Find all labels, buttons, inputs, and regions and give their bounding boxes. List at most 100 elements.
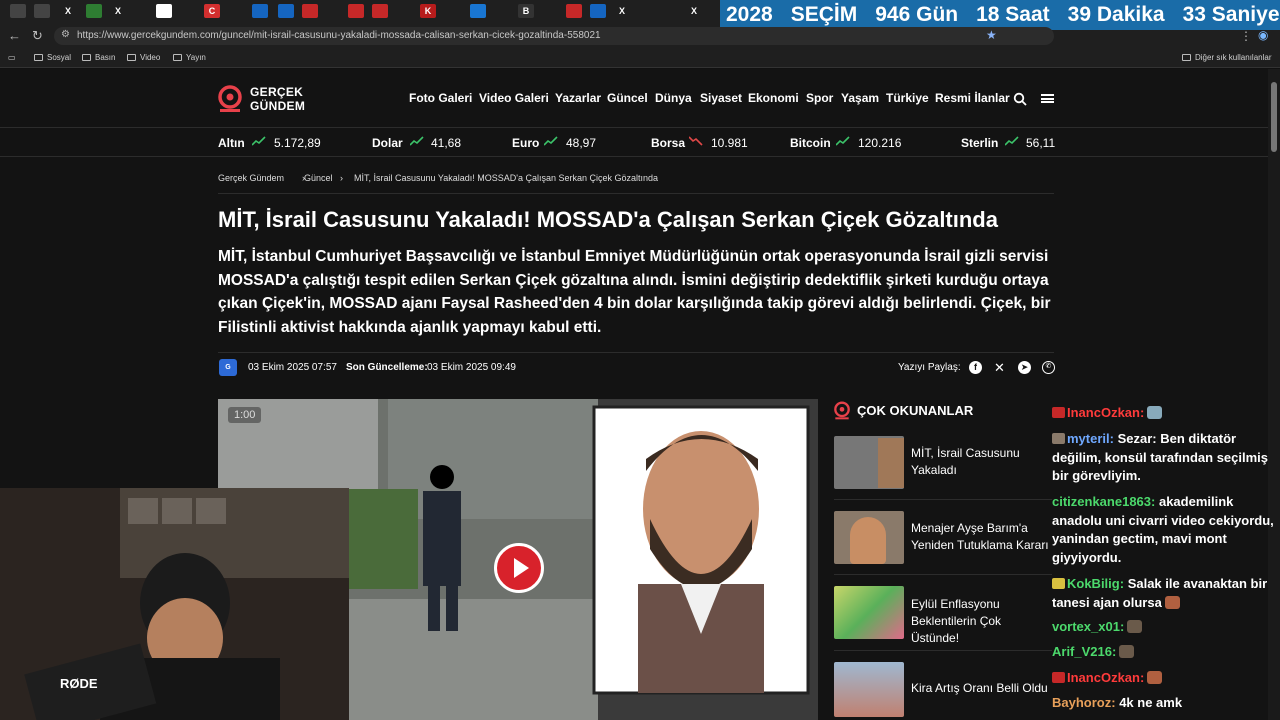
site-logo-icon[interactable] [218,83,242,113]
most-read-title: ÇOK OKUNANLAR [857,403,974,418]
most-read-thumbnail[interactable] [834,511,904,564]
tab-favicon[interactable] [34,4,50,18]
countdown-days: 946 Gün [875,3,959,26]
emote-icon [1147,671,1163,684]
play-button[interactable] [494,543,544,593]
tab-favicon[interactable] [566,4,582,18]
tab-favicon[interactable] [372,4,388,18]
whatsapp-icon[interactable]: ✆ [1042,361,1055,374]
most-read-thumbnail[interactable] [834,436,904,489]
bookmark-folder[interactable]: Video [127,53,160,62]
logo-line: GÜNDEM [250,99,306,113]
bookmark-folder[interactable]: Basın [82,53,115,62]
user-badge-icon [1052,578,1065,589]
tab-favicon[interactable] [348,4,364,18]
search-icon[interactable] [1013,92,1027,106]
countdown-label: SEÇİM [790,3,858,26]
nav-guncel[interactable]: Güncel [607,91,648,105]
tab-active-favicon[interactable] [156,4,172,18]
url-text[interactable]: https://www.gercekgundem.com/guncel/mit-… [77,30,601,41]
chat-username: Arif_V216: [1052,644,1117,659]
tab-favicon[interactable] [10,4,26,18]
nav-video-galeri[interactable]: Video Galeri [479,91,549,105]
reading-list-icon[interactable]: ▭ [8,53,16,62]
telegram-icon[interactable]: ➤ [1018,361,1031,374]
nav-turkiye[interactable]: Türkiye [886,91,929,105]
scrollbar-thumb[interactable] [1271,82,1277,152]
tab-favicon[interactable] [470,4,486,18]
trend-up-icon [252,136,266,146]
ticker-name: Altın [218,136,245,150]
menu-hamburger-icon[interactable] [1041,94,1054,103]
thumb-face [850,517,886,564]
nav-siyaset[interactable]: Siyaset [700,91,742,105]
nav-spor[interactable]: Spor [806,91,833,105]
ticker-value: 120.216 [858,136,902,150]
tab-x-favicon[interactable]: X [614,4,630,18]
tab-favicon[interactable]: K [420,4,436,18]
chat-text: 4k ne amk [1119,695,1183,710]
facebook-icon[interactable]: f [969,361,982,374]
most-read-thumbnail[interactable] [834,662,904,717]
bookmark-folder[interactable]: Yayın [173,53,206,62]
nav-ekonomi[interactable]: Ekonomi [748,91,799,105]
google-news-icon[interactable]: G [219,359,237,376]
site-info-icon[interactable]: ⚙ [61,29,70,40]
tab-favicon[interactable] [252,4,268,18]
nav-yazarlar[interactable]: Yazarlar [555,91,601,105]
star-icon[interactable]: ★ [986,28,997,42]
bookmark-label: Sosyal [47,53,72,62]
tab-favicon[interactable]: B [518,4,534,18]
tab-x-favicon[interactable]: X [686,4,702,18]
nav-dunya[interactable]: Dünya [655,91,692,105]
tab-favicon[interactable] [278,4,294,18]
most-read-item[interactable]: Kira Artış Oranı Belli Oldu [911,680,1051,697]
most-read-thumbnail[interactable] [834,586,904,639]
tab-x-favicon[interactable]: X [60,4,76,18]
chevron-right-icon: › [340,173,343,183]
bookmark-folder[interactable]: Sosyal [34,53,71,62]
tab-x-favicon[interactable]: X [110,4,126,18]
tab-favicon[interactable]: C [204,4,220,18]
updated-date: 03 Ekim 2025 09:49 [427,362,516,373]
chat-username: InancOzkan: [1067,405,1145,420]
breadcrumb-category[interactable]: Güncel [304,173,333,183]
tab-favicon[interactable] [86,4,102,18]
most-read-item[interactable]: Eylül Enflasyonu Beklentilerin Çok Üstün… [911,596,1051,647]
countdown-hours: 18 Saat [976,3,1050,26]
mic-brand-logo: RØDE [60,676,98,691]
site-logo-text[interactable]: GERÇEK GÜNDEM [250,85,305,113]
chat-message: KokBilig: Salak ile avanaktan bir tanesi… [1052,575,1278,612]
ticker-name: Borsa [651,136,686,150]
nav-foto-galeri[interactable]: Foto Galeri [409,91,472,105]
trend-down-icon [689,136,703,146]
countdown-year: 2028 [726,3,773,26]
trend-up-icon [1005,136,1019,146]
most-read-item[interactable]: Menajer Ayşe Barım'a Yeniden Tutuklama K… [911,520,1051,554]
bookmark-label: Video [140,53,161,62]
article-title: MİT, İsrail Casusunu Yakaladı! MOSSAD'a … [218,207,998,232]
most-read-item[interactable]: MİT, İsrail Casusunu Yakaladı [911,445,1051,479]
tab-favicon[interactable] [590,4,606,18]
bookmark-label: Yayın [186,53,206,62]
twitter-icon[interactable]: ✕ [993,361,1006,374]
reload-icon[interactable]: ↻ [32,28,43,44]
election-countdown-banner: 2028 SEÇİM 946 Gün 18 Saat 39 Dakika 33 … [720,0,1280,30]
breadcrumb-current: MİT, İsrail Casusunu Yakaladı! MOSSAD'a … [354,173,659,183]
copilot-icon[interactable]: ◉ [1258,28,1268,42]
other-bookmarks[interactable]: Diğer sık kullanılanlar [1182,53,1271,62]
site-logo-icon [834,401,850,420]
chat-username: KokBilig: [1067,576,1125,591]
emote-icon [1147,406,1163,419]
menu-dots-icon[interactable]: ⋮ [1240,29,1252,43]
nav-yasam[interactable]: Yaşam [841,91,879,105]
ticker-name: Euro [512,136,540,150]
chat-message: citizenkane1863: akademilink anadolu uni… [1052,493,1278,567]
nav-resmi-ilanlar[interactable]: Resmi İlanlar [935,91,1010,105]
tab-favicon[interactable] [302,4,318,18]
countdown-minutes: 39 Dakika [1067,3,1165,26]
breadcrumb-home[interactable]: Gerçek Gündem [218,173,284,183]
folder-icon [82,54,91,61]
back-arrow-icon[interactable]: ← [8,28,21,43]
bookmark-label: Diğer sık kullanılanlar [1195,53,1272,62]
